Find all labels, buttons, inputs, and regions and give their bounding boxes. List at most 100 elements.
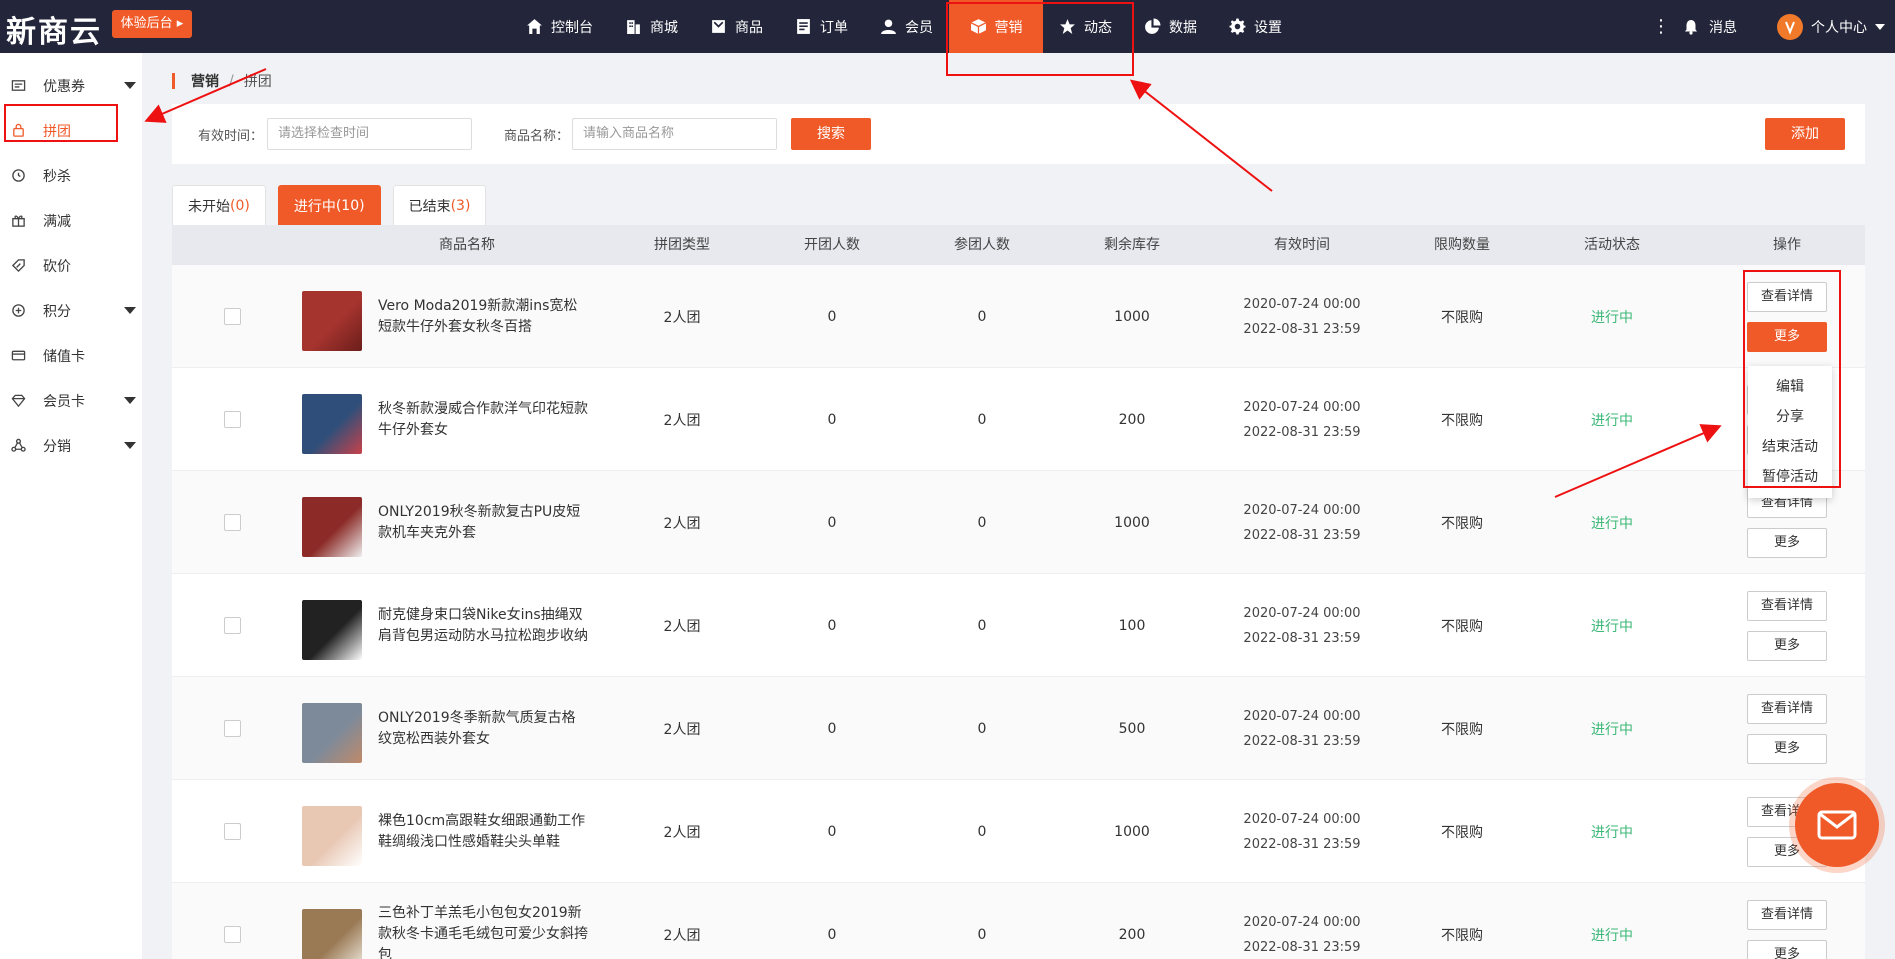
group-type: 2人团 — [663, 721, 701, 738]
sidebar-item-coupon[interactable]: 优惠券 — [0, 63, 142, 108]
product-name: ONLY2019秋冬新款复古PU皮短款机车夹克外套 — [378, 503, 581, 541]
nav-goods[interactable]: 商品 — [694, 0, 779, 53]
tab-label: 已结束 — [408, 198, 451, 215]
product-name-input[interactable]: 请输入商品名称 — [572, 118, 777, 150]
row-checkbox[interactable] — [223, 308, 241, 325]
row-checkbox[interactable] — [223, 514, 241, 531]
menu-item-pause-activity[interactable]: 暂停活动 — [1748, 462, 1832, 492]
group-buy-table: 商品名称 拼团类型 开团人数 参团人数 剩余库存 有效时间 限购数量 活动状态 … — [172, 225, 1865, 959]
nav-data[interactable]: 数据 — [1128, 0, 1213, 53]
nav-label: 动态 — [1084, 19, 1112, 36]
breadcrumb-accent-bar — [172, 73, 175, 89]
messages-button[interactable]: 消息 — [1683, 17, 1737, 37]
nav-settings[interactable]: 设置 — [1213, 0, 1298, 53]
table-row: Vero Moda2019新款潮ins宽松短款牛仔外套女秋冬百搭 2人团 0 0 100… — [172, 265, 1865, 368]
name-filter-label: 商品名称： — [504, 129, 570, 144]
chevron-down-icon[interactable] — [124, 442, 136, 449]
sidebar-item-stored-card[interactable]: 储值卡 — [0, 333, 142, 378]
view-detail-button[interactable]: 查看详情 — [1747, 281, 1827, 312]
row-checkbox[interactable] — [223, 720, 241, 737]
tab-not-started[interactable]: 未开始 (0) — [172, 185, 266, 225]
table-row: 秋冬新款漫威合作款洋气印花短款牛仔外套女 2人团 0 0 200 2020-07-24 0… — [172, 368, 1865, 471]
more-button[interactable]: 更多 — [1747, 527, 1827, 558]
user-center-button[interactable]: 个人中心 — [1777, 13, 1885, 40]
group-type: 2人团 — [663, 824, 701, 841]
table-row: 裸色10cm高跟鞋女细跟通勤工作鞋绸缎浅口性感婚鞋尖头单鞋 2人团 0 0 1000 20… — [172, 780, 1865, 883]
valid-time: 2020-07-24 00:00 2022-08-31 23:59 — [1212, 265, 1392, 368]
row-checkbox[interactable] — [223, 617, 241, 634]
sidebar-item-flash-sale[interactable]: 秒杀 — [0, 153, 142, 198]
sidebar-item-distribution[interactable]: 分销 — [0, 423, 142, 468]
menu-item-edit[interactable]: 编辑 — [1748, 372, 1832, 402]
nav-label: 数据 — [1169, 19, 1197, 36]
row-checkbox[interactable] — [223, 823, 241, 840]
tab-label: 进行中 — [293, 198, 336, 215]
purchase-limit: 不限购 — [1441, 927, 1483, 944]
start-time: 2020-07-24 00:00 — [1243, 811, 1361, 827]
mail-icon — [1817, 810, 1857, 840]
user-icon — [881, 19, 896, 34]
lock-bag-icon — [10, 123, 26, 139]
chevron-down-icon[interactable] — [124, 397, 136, 404]
nav-mall[interactable]: 商城 — [609, 0, 694, 53]
more-button[interactable]: 更多 — [1747, 630, 1827, 661]
trial-backend-button[interactable]: 体验后台 ▸ — [112, 10, 192, 38]
product-thumbnail — [302, 600, 362, 660]
nav-dynamics[interactable]: 动态 — [1043, 0, 1128, 53]
remaining-stock: 200 — [1118, 926, 1146, 943]
more-button[interactable]: 更多 — [1747, 939, 1827, 959]
gift-icon — [10, 213, 26, 229]
chat-button[interactable] — [1795, 783, 1879, 867]
chevron-down-icon — [1875, 23, 1885, 30]
nav-label: 控制台 — [551, 19, 593, 36]
start-time: 2020-07-24 00:00 — [1243, 502, 1361, 518]
search-button[interactable]: 搜索 — [791, 118, 871, 150]
sidebar-item-points[interactable]: 积分 — [0, 288, 142, 333]
sidebar-item-label: 分销 — [43, 438, 71, 455]
nav-orders[interactable]: 订单 — [779, 0, 864, 53]
end-time: 2022-08-31 23:59 — [1243, 733, 1361, 749]
more-button[interactable]: 更多 — [1747, 733, 1827, 764]
row-checkbox[interactable] — [223, 411, 241, 428]
sidebar-item-label: 储值卡 — [43, 348, 85, 365]
open-count: 0 — [827, 514, 837, 531]
sidebar: 优惠券 拼团 秒杀 满减 砍价 积分 储值卡 会员卡 分销 — [0, 53, 142, 959]
view-detail-button[interactable]: 查看详情 — [1747, 590, 1827, 621]
product-thumbnail — [302, 703, 362, 763]
chevron-down-icon[interactable] — [124, 307, 136, 314]
nav-label: 订单 — [820, 19, 848, 36]
nav-marketing[interactable]: 营销 — [949, 0, 1043, 53]
sidebar-item-member-card[interactable]: 会员卡 — [0, 378, 142, 423]
tab-in-progress[interactable]: 进行中 (10) — [277, 185, 381, 225]
tab-ended[interactable]: 已结束 (3) — [392, 185, 487, 225]
status-tabs: 未开始 (0) 进行中 (10) 已结束 (3) — [172, 185, 487, 225]
sidebar-item-group-buy[interactable]: 拼团 — [0, 108, 142, 153]
valid-time: 2020-07-24 00:00 2022-08-31 23:59 — [1212, 368, 1392, 471]
sidebar-item-full-reduction[interactable]: 满减 — [0, 198, 142, 243]
filter-bar: 有效时间： 请选择检查时间 商品名称： 请输入商品名称 搜索 添加 — [172, 104, 1865, 164]
menu-item-end-activity[interactable]: 结束活动 — [1748, 432, 1832, 462]
network-icon — [10, 438, 26, 454]
nav-members[interactable]: 会员 — [864, 0, 949, 53]
row-checkbox[interactable] — [223, 926, 241, 943]
start-time: 2020-07-24 00:00 — [1243, 605, 1361, 621]
column-header: 商品名称 — [439, 237, 495, 253]
more-vertical-icon[interactable]: ⋮ — [1651, 16, 1671, 37]
menu-item-share[interactable]: 分享 — [1748, 402, 1832, 432]
sidebar-item-bargain[interactable]: 砍价 — [0, 243, 142, 288]
view-detail-button[interactable]: 查看详情 — [1747, 899, 1827, 930]
more-button[interactable]: 更多 — [1747, 321, 1827, 352]
remaining-stock: 200 — [1118, 411, 1146, 428]
view-detail-button[interactable]: 查看详情 — [1747, 693, 1827, 724]
product-name: Vero Moda2019新款潮ins宽松短款牛仔外套女秋冬百搭 — [378, 297, 578, 335]
tag-icon — [712, 20, 725, 33]
open-count: 0 — [827, 823, 837, 840]
breadcrumb: 营销 / 拼团 — [172, 66, 272, 96]
breadcrumb-level1[interactable]: 营销 — [191, 71, 219, 91]
join-count: 0 — [977, 720, 987, 737]
top-bar: 新商云 体验后台 ▸ 控制台 商城 商品 订单 会员 营销 动态 数据 设置 ⋮… — [0, 0, 1895, 53]
add-button[interactable]: 添加 — [1765, 118, 1845, 150]
time-range-input[interactable]: 请选择检查时间 — [267, 118, 472, 150]
nav-dashboard[interactable]: 控制台 — [510, 0, 609, 53]
chevron-down-icon[interactable] — [124, 82, 136, 89]
